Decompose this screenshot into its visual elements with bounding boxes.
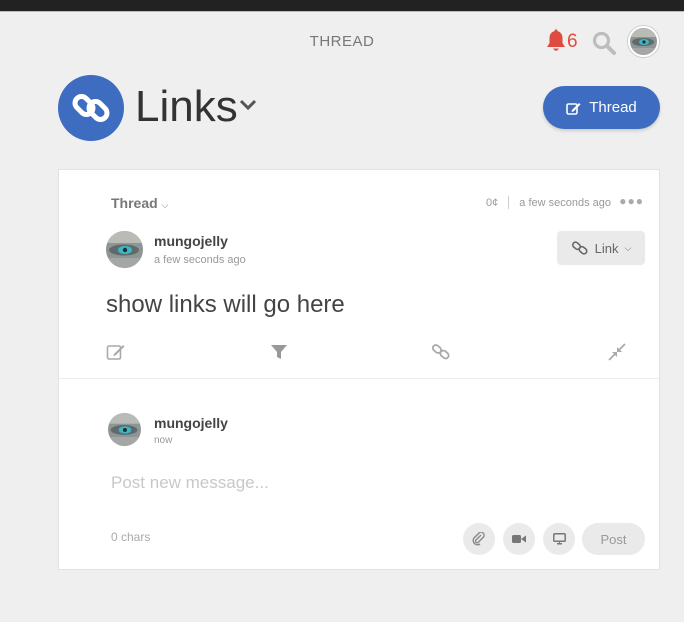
more-options-icon[interactable]: ●●●	[619, 194, 644, 208]
window-top-bar	[0, 0, 684, 11]
bottom-strip	[0, 622, 684, 627]
link-dropdown-button[interactable]: Link ⌵	[557, 231, 645, 265]
video-button[interactable]	[503, 523, 535, 555]
author-avatar[interactable]	[106, 231, 143, 268]
section-divider	[59, 378, 659, 379]
compress-icon[interactable]	[607, 342, 627, 362]
video-icon	[512, 535, 526, 543]
post-button[interactable]: Post	[582, 523, 645, 555]
filter-icon[interactable]	[269, 342, 289, 362]
top-bar-border	[0, 11, 684, 12]
channel-link-icon	[58, 75, 124, 141]
attach-button[interactable]	[463, 523, 495, 555]
edit-icon[interactable]	[106, 342, 126, 362]
post-time: a few seconds ago	[154, 254, 246, 266]
post-meta: 0¢ a few seconds ago	[486, 196, 611, 209]
edit-icon	[566, 102, 581, 115]
chevron-down-icon: ⌵	[624, 242, 632, 253]
link-button-label: Link	[594, 240, 619, 256]
composer-time: now	[154, 435, 173, 446]
composer-author-name[interactable]: mungojelly	[154, 415, 228, 431]
post-meta-time: a few seconds ago	[519, 196, 611, 209]
new-thread-button[interactable]: Thread	[543, 86, 660, 129]
bell-icon[interactable]	[545, 29, 567, 53]
user-avatar[interactable]	[628, 26, 659, 57]
message-input[interactable]	[111, 473, 601, 493]
meta-separator	[508, 196, 510, 209]
char-count: 0 chars	[111, 530, 151, 544]
page-title: THREAD	[309, 33, 375, 50]
channel-name[interactable]: Links	[135, 82, 238, 132]
thread-card: Thread ⌵ 0¢ a few seconds ago ●●● mungoj…	[58, 169, 660, 570]
link-icon[interactable]	[431, 342, 451, 362]
paperclip-icon	[472, 532, 485, 546]
post-cost: 0¢	[486, 196, 499, 209]
monitor-icon	[552, 533, 566, 545]
notification-count[interactable]: 6	[567, 31, 578, 53]
chevron-down-icon[interactable]	[239, 99, 257, 111]
thread-type-dropdown[interactable]: Thread ⌵	[111, 195, 168, 211]
search-icon[interactable]	[591, 30, 617, 56]
link-icon	[571, 241, 588, 255]
post-body: show links will go here	[106, 291, 345, 318]
screen-share-button[interactable]	[543, 523, 575, 555]
composer-avatar[interactable]	[108, 413, 141, 446]
chevron-down-icon: ⌵	[161, 200, 169, 210]
new-thread-label: Thread	[589, 99, 637, 116]
thread-type-label: Thread	[111, 195, 158, 211]
author-name[interactable]: mungojelly	[154, 233, 228, 249]
